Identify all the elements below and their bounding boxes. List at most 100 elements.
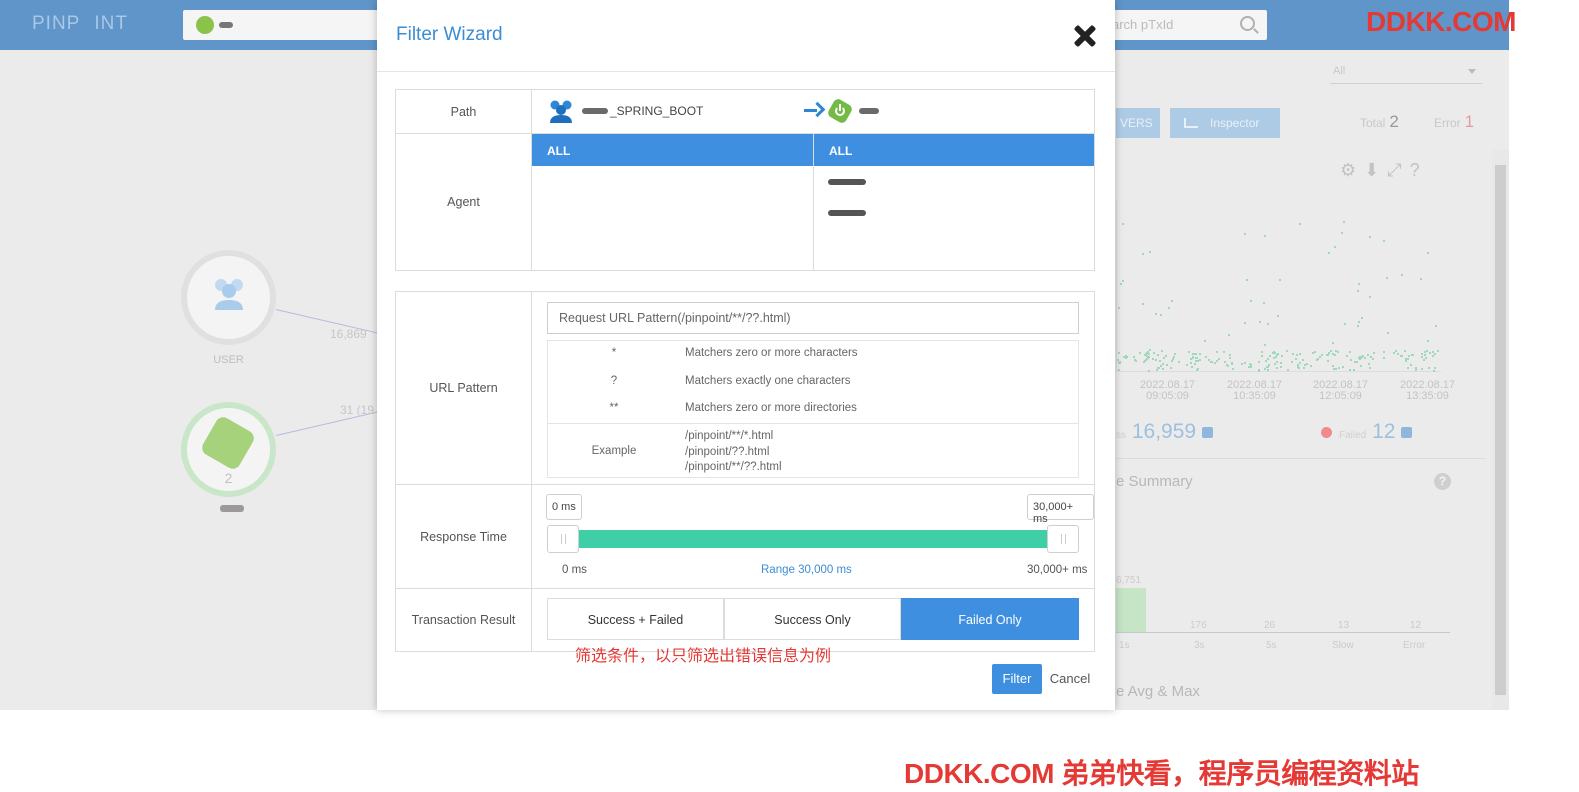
spring-boot-icon <box>199 414 257 472</box>
tr-success-failed[interactable]: Success + Failed <box>547 598 724 640</box>
scatter-dot <box>1265 359 1268 362</box>
scatter-dot <box>1243 233 1246 236</box>
download-icon[interactable]: ⬇ <box>1364 160 1387 180</box>
tr-success-only[interactable]: Success Only <box>724 598 901 640</box>
scatter-dot <box>1414 369 1417 372</box>
agent-select[interactable]: All <box>1330 60 1482 84</box>
gear-icon[interactable]: ⚙ <box>1340 160 1364 180</box>
agent-all-left[interactable]: ALL <box>532 134 814 166</box>
failed-dot-icon <box>1321 427 1332 438</box>
scatter-dot <box>1243 321 1246 324</box>
slider-handle-min[interactable] <box>547 525 579 553</box>
scatter-dot <box>1149 251 1152 254</box>
scatter-dot <box>1357 324 1360 327</box>
scatter-dot <box>1155 369 1158 372</box>
summary-value-label: 26 <box>1264 620 1276 631</box>
scatter-dot <box>1405 360 1408 363</box>
error-value: 1 <box>1464 112 1475 131</box>
slider-handle-max[interactable] <box>1047 525 1079 553</box>
scatter-dot <box>1193 362 1196 365</box>
servers-button[interactable]: VERS <box>1116 108 1160 138</box>
summary-value-label: 176 <box>1190 620 1207 631</box>
scatter-dot <box>1172 358 1175 361</box>
scatter-dot <box>1333 245 1336 248</box>
scatter-dot <box>1267 369 1270 371</box>
scrollbar-thumb[interactable] <box>1495 165 1506 695</box>
scatter-toolbar: ⚙⬇⤢? <box>1340 160 1428 181</box>
watermark-bottom: DDKK.COM 弟弟快看，程序员编程资料站 <box>904 758 1419 789</box>
scatter-dot <box>1159 313 1162 316</box>
total-label: Total <box>1360 116 1386 130</box>
checkbox-icon[interactable] <box>1202 427 1214 438</box>
transaction-search-input[interactable]: arch pTxId <box>1102 10 1267 40</box>
avgmax-title: e Avg & Max <box>1116 683 1200 700</box>
scatter-dot <box>1290 360 1293 363</box>
search-icon[interactable] <box>1240 16 1255 31</box>
scatter-dot <box>1299 353 1302 356</box>
summary-title: e Summary <box>1116 473 1193 490</box>
path-source-name: _SPRING_BOOT <box>610 104 704 118</box>
scatter-dot <box>1294 357 1297 360</box>
help-icon[interactable]: ? <box>1434 473 1451 490</box>
path-destination <box>826 97 879 125</box>
application-selector[interactable] <box>183 10 383 40</box>
checkbox-icon[interactable] <box>1401 427 1413 438</box>
filter-button[interactable]: Filter <box>992 664 1042 694</box>
scatter-dot <box>1118 351 1121 354</box>
scatter-dot <box>1147 369 1150 372</box>
brand-word: INT <box>94 13 128 34</box>
slider-track[interactable] <box>547 530 1079 548</box>
scatter-dot <box>1435 325 1438 328</box>
scatter-dot <box>1171 300 1174 303</box>
close-icon[interactable] <box>1069 20 1101 52</box>
fullscreen-icon[interactable]: ⤢ <box>1387 160 1409 180</box>
user-node[interactable]: USER <box>181 250 276 366</box>
scatter-dot <box>1192 357 1195 360</box>
cancel-button[interactable]: Cancel <box>1048 664 1092 694</box>
scatter-dot <box>1188 350 1191 353</box>
scatter-dot <box>1155 358 1158 361</box>
scatter-dot <box>1232 367 1234 370</box>
scatter-dot <box>1189 362 1192 365</box>
summary-bar-1s <box>1116 588 1146 632</box>
summary-value-label: 13 <box>1338 620 1350 631</box>
scatter-dot <box>1403 350 1406 353</box>
url-pattern-input[interactable]: Request URL Pattern(/pinpoint/**/??.html… <box>547 302 1079 334</box>
scatter-dot <box>1164 355 1167 357</box>
scatter-dot <box>1348 350 1351 353</box>
scatter-dot <box>1299 222 1302 225</box>
agent-list-item[interactable] <box>828 210 866 216</box>
scatter-dot <box>1359 365 1362 368</box>
scatter-dot <box>1369 367 1372 370</box>
brand-word: PINP <box>32 13 81 34</box>
scatter-dot <box>1331 342 1334 345</box>
scatter-dot <box>1257 369 1260 372</box>
x-tick-label: 2022.08.17 09:05:09 <box>1140 379 1196 402</box>
path-agent-section: Path Agent _SPRING_BOOT ALL ALL <box>395 89 1095 271</box>
help-icon[interactable]: ? <box>1410 160 1428 180</box>
scatter-dot <box>1422 358 1425 361</box>
error-count: Error 1 <box>1434 112 1474 132</box>
example-line: /pinpoint/**/*.html <box>685 430 774 442</box>
total-count: Total 2 <box>1360 112 1399 132</box>
scatter-chart[interactable] <box>1116 200 1441 372</box>
scatter-dot <box>1334 368 1337 371</box>
scatter-dot <box>1372 357 1375 360</box>
scatter-dot <box>1420 356 1423 359</box>
help-description: Matchers zero or more characters <box>685 347 858 359</box>
scatter-dot <box>1406 367 1409 370</box>
scatter-dot <box>1287 368 1290 371</box>
tr-failed-only[interactable]: Failed Only <box>901 598 1079 640</box>
agent-list-item[interactable] <box>828 179 866 185</box>
agent-all-right[interactable]: ALL <box>814 134 1094 166</box>
rt-min-tag: 0 ms <box>546 494 582 520</box>
filter-wizard-modal: Filter Wizard Path Agent _SPRING_BOOT AL… <box>377 0 1115 710</box>
scatter-dot <box>1368 296 1371 299</box>
spring-boot-icon <box>826 97 854 125</box>
app-node[interactable]: 2 <box>181 402 276 497</box>
success-label: ss <box>1116 430 1126 441</box>
scatter-dot <box>1185 363 1188 366</box>
scatter-dot <box>1225 363 1228 366</box>
inspector-button[interactable]: Inspector <box>1170 108 1280 138</box>
scatter-dot <box>1328 252 1331 255</box>
